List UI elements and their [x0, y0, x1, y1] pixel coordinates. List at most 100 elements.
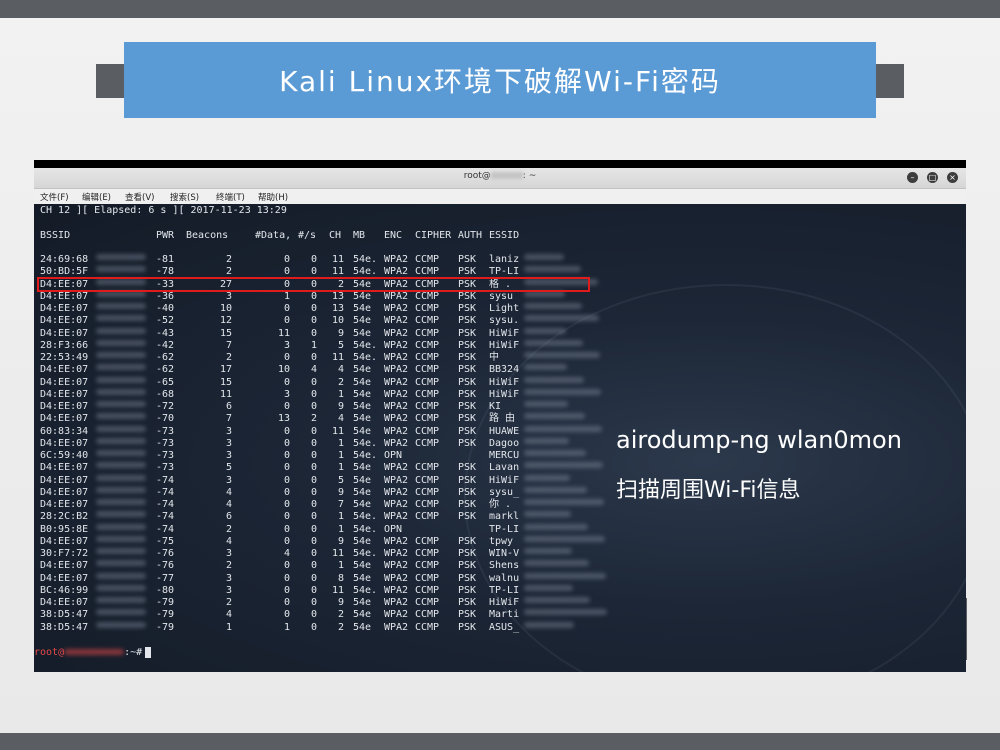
network-row: D4:EE:07 -68 11 3 0 1 54e WPA2 CCMP PSK HiWiF [34, 388, 966, 401]
cell-essid: Shens [489, 560, 520, 572]
cell-ps: 0 [310, 462, 317, 474]
cell-mb: 54e [353, 499, 372, 510]
description-annotation: 扫描周围Wi-Fi信息 [616, 478, 801, 503]
cell-data: 1 [283, 290, 290, 302]
cell-bssid: 6C:59:40 [40, 450, 89, 461]
redacted-bssid-suffix [96, 499, 146, 505]
menu-search[interactable]: 搜索(S) [170, 191, 199, 203]
cell-essid: laniz [489, 254, 520, 265]
cell-ps: 0 [310, 535, 317, 547]
terminal-area[interactable]: CH 12 ][ Elapsed: 6 s ][ 2017-11-23 13:2… [34, 204, 966, 672]
cell-ps: 2 [310, 413, 317, 425]
menu-bar: 文件(F) 编辑(E) 查看(V) 搜索(S) 终端(T) 帮助(H) [34, 189, 966, 204]
menu-help[interactable]: 帮助(H) [258, 191, 288, 203]
redacted-bssid-suffix [96, 609, 146, 616]
cell-mb: 54e. [353, 584, 378, 596]
cell-mb: 54e [353, 413, 372, 425]
cell-essid: TP-LI [489, 523, 520, 535]
menu-terminal[interactable]: 终端(T) [216, 191, 245, 203]
cell-data: 13 [277, 413, 290, 425]
cell-data: 4 [283, 548, 290, 559]
redacted-essid-suffix [524, 523, 588, 530]
cell-ch: 1 [337, 388, 344, 400]
maximize-icon[interactable]: □ [927, 172, 938, 183]
cell-ps: 0 [310, 486, 317, 498]
network-row: D4:EE:07 -76 2 0 0 1 54e WPA2 CCMP PSK Shens [34, 560, 966, 572]
cell-enc: WPA2 [384, 413, 409, 425]
redacted-bssid-suffix [96, 474, 146, 481]
cell-essid: Dagoo [489, 437, 520, 449]
cell-ch: 7 [337, 499, 344, 510]
cell-auth: PSK [458, 499, 477, 510]
cell-cipher: CCMP [415, 401, 440, 412]
cell-ps: 0 [310, 290, 317, 302]
cell-enc: WPA2 [384, 290, 409, 302]
cell-cipher: CCMP [415, 560, 440, 572]
cell-bssid: 38:D5:47 [40, 609, 89, 621]
shell-prompt[interactable]: root@:~# [34, 647, 152, 659]
cell-mb: 54e. [353, 254, 378, 265]
cell-bssid: 60:83:34 [40, 425, 89, 437]
redacted-essid-suffix [524, 364, 567, 371]
cell-auth: PSK [458, 290, 477, 302]
minimize-icon[interactable]: – [907, 172, 918, 183]
cell-pwr: -62 [156, 352, 175, 363]
title-stripe-left [96, 64, 126, 98]
cell-cipher: CCMP [415, 486, 440, 498]
cell-cipher: CCMP [415, 572, 440, 584]
cell-enc: WPA2 [384, 401, 409, 412]
cell-enc: WPA2 [384, 486, 409, 498]
network-row: D4:EE:07 -70 7 13 2 4 54e WPA2 CCMP PSK 路 由 [34, 413, 966, 425]
redacted-bssid-suffix [96, 254, 146, 260]
redacted-essid-suffix [524, 609, 607, 616]
cell-cipher: CCMP [415, 609, 440, 621]
cell-pwr: -52 [156, 315, 175, 327]
cell-auth: PSK [458, 572, 477, 584]
cell-auth: PSK [458, 609, 477, 621]
cell-enc: WPA2 [384, 609, 409, 621]
cell-ps: 0 [310, 425, 317, 437]
header-pwr: PWR [156, 230, 175, 241]
cell-data: 0 [283, 254, 290, 265]
menu-file[interactable]: 文件(F) [40, 191, 69, 203]
cell-ch: 2 [337, 376, 344, 388]
cell-bssid: D4:EE:07 [40, 413, 89, 425]
redacted-bssid-suffix [96, 437, 146, 444]
cell-beacons: 3 [225, 584, 232, 596]
cell-cipher: CCMP [415, 339, 440, 351]
cell-beacons: 3 [225, 290, 232, 302]
cell-auth: PSK [458, 560, 477, 572]
menu-edit[interactable]: 编辑(E) [82, 191, 111, 203]
cell-ch: 11 [331, 548, 344, 559]
cell-auth: PSK [458, 327, 477, 339]
cell-cipher: CCMP [415, 254, 440, 265]
os-top-panel [34, 160, 966, 168]
cell-pwr: -75 [156, 535, 175, 547]
cell-beacons: 11 [219, 388, 232, 400]
cell-data: 0 [283, 511, 290, 523]
cell-auth: PSK [458, 315, 477, 327]
redacted-prompt-host [64, 649, 125, 655]
cell-ch: 1 [337, 511, 344, 523]
target-network-highlight [37, 277, 590, 292]
cell-bssid: D4:EE:07 [40, 572, 89, 584]
cell-ch: 1 [337, 450, 344, 461]
cell-data: 0 [283, 523, 290, 535]
cell-beacons: 12 [219, 315, 232, 327]
cell-mb: 54e [353, 462, 372, 474]
cell-cipher: CCMP [415, 315, 440, 327]
cell-bssid: BC:46:99 [40, 584, 89, 596]
redacted-bssid-suffix [96, 597, 146, 603]
menu-view[interactable]: 查看(V) [125, 191, 154, 203]
cell-bssid: D4:EE:07 [40, 560, 89, 572]
cell-enc: WPA2 [384, 572, 409, 584]
cell-beacons: 3 [225, 572, 232, 584]
cell-pwr: -74 [156, 486, 175, 498]
header-auth: AUTH [458, 230, 483, 241]
terminal-cursor [145, 647, 152, 658]
close-icon[interactable]: × [947, 172, 958, 183]
cell-essid: sysu_ [489, 486, 520, 498]
network-row: BC:46:99 -80 3 0 0 11 54e. WPA2 CCMP PSK TP-LI [34, 584, 966, 597]
cell-cipher: CCMP [415, 535, 440, 547]
redacted-essid-suffix [524, 401, 568, 407]
